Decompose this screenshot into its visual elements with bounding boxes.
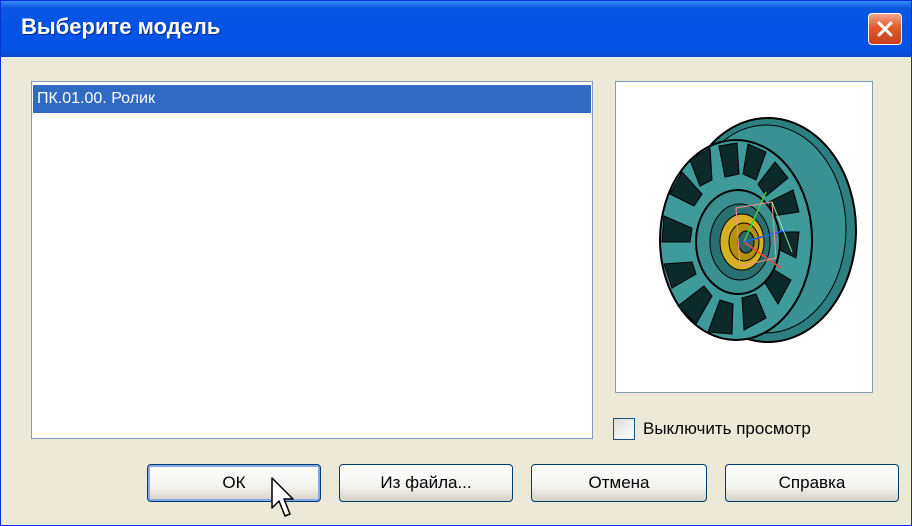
title-bar[interactable]: Выберите модель	[1, 1, 911, 57]
dialog-title: Выберите модель	[21, 14, 221, 39]
choose-model-dialog: Выберите модель ПК.01.00. Ролик Выключит…	[0, 0, 912, 526]
help-button-label: Справка	[778, 473, 846, 492]
disable-preview-checkbox[interactable]	[613, 418, 635, 440]
close-button[interactable]	[868, 13, 902, 45]
mouse-pointer-icon	[271, 477, 294, 517]
roller-model-image	[659, 117, 857, 343]
list-item[interactable]: ПК.01.00. Ролик	[33, 85, 591, 113]
help-button[interactable]: Справка	[725, 464, 899, 502]
ok-button-label: ОК	[222, 473, 246, 492]
model-list[interactable]: ПК.01.00. Ролик	[31, 81, 593, 439]
cancel-button[interactable]: Отмена	[531, 464, 707, 502]
from-file-button[interactable]: Из файла...	[339, 464, 513, 502]
from-file-button-label: Из файла...	[380, 473, 472, 492]
disable-preview-label: Выключить просмотр	[643, 419, 811, 438]
model-preview	[615, 81, 873, 393]
close-icon	[877, 21, 893, 37]
cancel-button-label: Отмена	[588, 473, 650, 492]
